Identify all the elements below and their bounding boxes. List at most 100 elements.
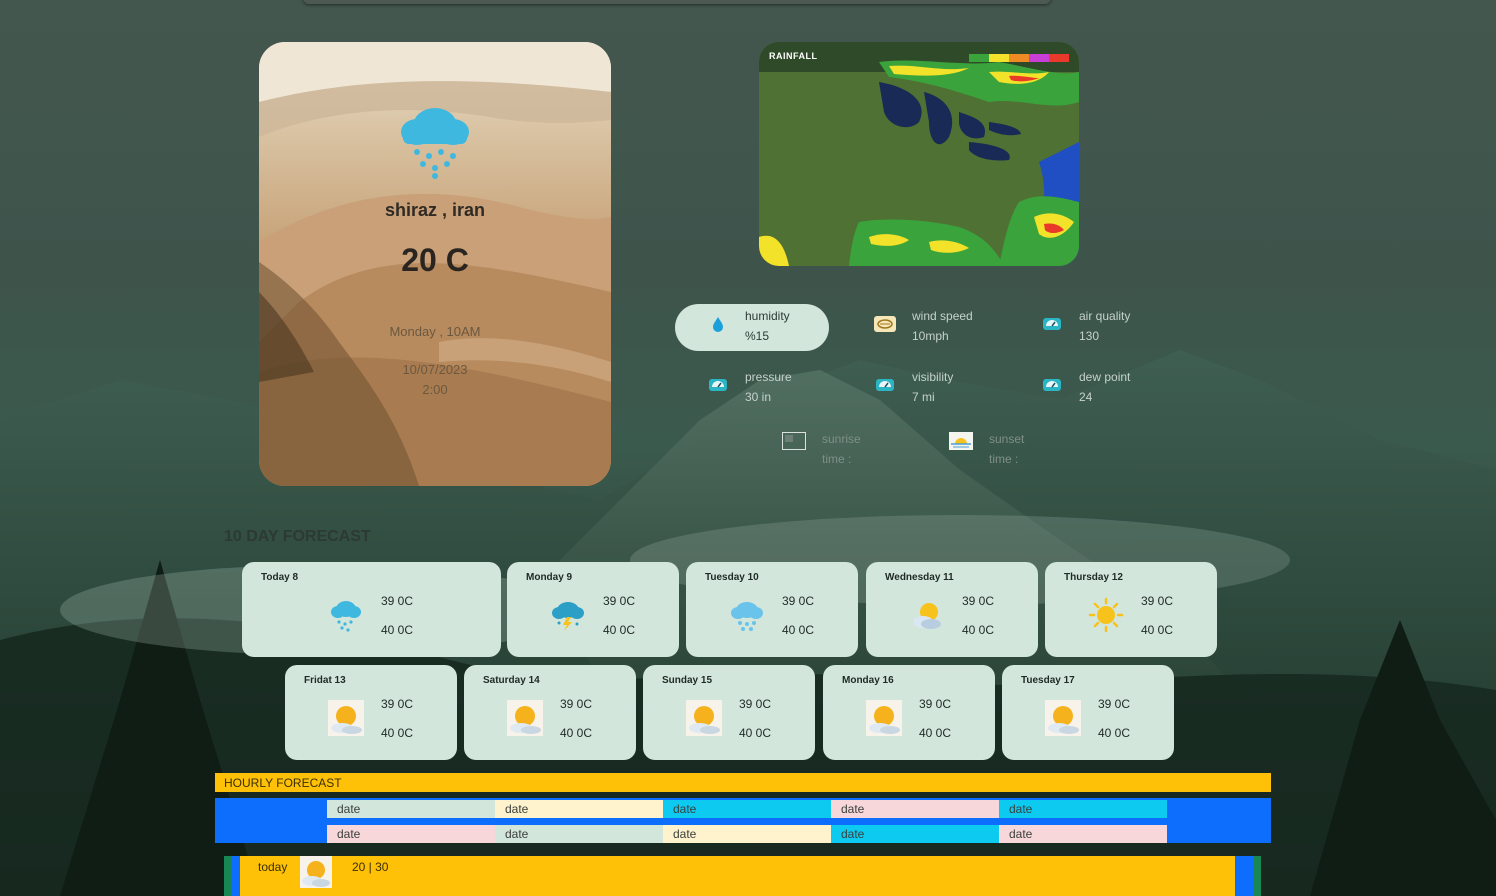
partly-cloudy-icon (913, 603, 941, 629)
today-summary-row: today 20 | 30 (224, 856, 1261, 896)
forecast-day-card[interactable]: Monday 9 39 0C 40 0C (507, 562, 679, 657)
stat-value: 10mph (912, 329, 949, 343)
forecast-title: 10 DAY FORECAST (224, 528, 371, 545)
sunset-label: sunset (989, 432, 1025, 446)
gauge-icon (1043, 318, 1061, 330)
day-name: Monday 9 (526, 572, 573, 583)
hourly-cell[interactable]: date (999, 800, 1167, 818)
hourly-cell[interactable]: date (663, 800, 831, 818)
forecast-day-card[interactable]: Saturday 14 39 0C 40 0C (464, 665, 636, 760)
hourly-forecast-title: HOURLY FORECAST (224, 776, 342, 790)
sun-icon (1088, 597, 1124, 633)
day-name: Monday 16 (842, 675, 894, 686)
current-time: 2:00 (422, 382, 448, 397)
forecast-day-card[interactable]: Tuesday 17 39 0C 40 0C (1002, 665, 1174, 760)
sun-cloud-icon (686, 700, 722, 736)
gauge-icon (1043, 379, 1061, 391)
sunset-icon (949, 432, 973, 450)
day-high: 39 0C (560, 697, 593, 711)
day-name: Wednesday 11 (885, 572, 954, 583)
day-low: 40 0C (782, 623, 815, 637)
hourly-forecast-header: HOURLY FORECAST (215, 773, 1271, 792)
day-low: 40 0C (381, 623, 414, 637)
gauge-icon (709, 379, 727, 391)
hourly-cell[interactable]: date (327, 800, 495, 818)
forecast-day-card[interactable]: Monday 16 39 0C 40 0C (823, 665, 995, 760)
sunset-time: time : (989, 452, 1019, 466)
map-title: RAINFALL (769, 51, 818, 61)
day-low: 40 0C (1141, 623, 1174, 637)
rainfall-map-image (759, 42, 1079, 266)
today-label: today (258, 860, 288, 874)
today-summary-inner: today 20 | 30 (232, 856, 1253, 896)
current-weather-card: shiraz , iran 20 C Monday , 10AM 10/07/2… (259, 42, 611, 486)
stat-value: 130 (1079, 329, 1100, 343)
day-low: 40 0C (739, 726, 772, 740)
wind-speed-stat[interactable]: wind speed 10mph (842, 304, 996, 351)
pressure-stat[interactable]: pressure 30 in (675, 365, 829, 412)
day-name: Thursday 12 (1064, 572, 1123, 583)
stat-value: %15 (745, 329, 770, 343)
air-quality-stat[interactable]: air quality 130 (1009, 304, 1163, 351)
stat-label: visibility (912, 370, 954, 384)
hourly-cell[interactable]: date (999, 825, 1167, 843)
hourly-cell[interactable]: date (831, 800, 999, 818)
thunderstorm-icon (552, 602, 584, 631)
day-low: 40 0C (381, 726, 414, 740)
day-high: 39 0C (739, 697, 772, 711)
sun-cloud-icon (300, 856, 332, 888)
stat-label: wind speed (912, 309, 973, 323)
sun-cloud-icon (866, 700, 902, 736)
background-landscape (0, 350, 1496, 896)
humidity-stat[interactable]: humidity %15 (675, 304, 829, 351)
hourly-cell[interactable]: date (495, 825, 663, 843)
current-day-time: Monday , 10AM (389, 324, 481, 339)
rainfall-map[interactable]: RAINFALL (759, 42, 1079, 266)
stat-label: air quality (1079, 309, 1131, 323)
day-name: Saturday 14 (483, 675, 540, 686)
sun-cloud-icon (1045, 700, 1081, 736)
dew-point-stat[interactable]: dew point 24 (1009, 365, 1163, 412)
day-high: 39 0C (1098, 697, 1131, 711)
day-high: 39 0C (919, 697, 952, 711)
sun-cloud-icon (328, 700, 364, 736)
day-high: 39 0C (603, 594, 636, 608)
day-high: 39 0C (782, 594, 815, 608)
sun-cloud-icon (507, 700, 543, 736)
day-low: 40 0C (962, 623, 995, 637)
sunrise-info: sunrise time : (782, 432, 952, 472)
forecast-day-card[interactable]: Thursday 12 39 0C 40 0C (1045, 562, 1217, 657)
forecast-day-card[interactable]: Wednesday 11 39 0C 40 0C (866, 562, 1038, 657)
current-date: 10/07/2023 (402, 362, 468, 377)
hourly-forecast-grid: date date date date date date date date … (215, 798, 1271, 843)
visibility-stat[interactable]: visibility 7 mi (842, 365, 996, 412)
day-name: Tuesday 17 (1021, 675, 1075, 686)
stat-label: pressure (745, 370, 792, 384)
location-name: shiraz , iran (384, 200, 486, 220)
stat-value: 7 mi (912, 390, 935, 404)
forecast-day-card[interactable]: Today 8 39 0C 40 0C (242, 562, 501, 657)
forecast-day-card[interactable]: Tuesday 10 39 0C 40 0C (686, 562, 858, 657)
day-high: 39 0C (381, 697, 414, 711)
water-drop-icon (713, 317, 723, 332)
day-low: 40 0C (919, 726, 952, 740)
day-low: 40 0C (1098, 726, 1131, 740)
sunrise-label: sunrise (822, 432, 861, 446)
hourly-cell[interactable]: date (327, 825, 495, 843)
gauge-icon (876, 379, 894, 391)
broken-image-icon (782, 432, 806, 450)
sunrise-time: time : (822, 452, 852, 466)
rain-cloud-icon (331, 601, 361, 632)
hourly-cell[interactable]: date (663, 825, 831, 843)
stat-value: 24 (1079, 390, 1093, 404)
hourly-cell[interactable]: date (495, 800, 663, 818)
day-high: 39 0C (1141, 594, 1174, 608)
top-search-bar[interactable] (303, 0, 1051, 4)
day-high: 39 0C (381, 594, 414, 608)
forecast-day-card[interactable]: Fridat 13 39 0C 40 0C (285, 665, 457, 760)
stat-value: 30 in (745, 390, 772, 404)
hourly-cell[interactable]: date (831, 825, 999, 843)
today-temps: 20 | 30 (352, 860, 389, 874)
day-low: 40 0C (560, 726, 593, 740)
forecast-day-card[interactable]: Sunday 15 39 0C 40 0C (643, 665, 815, 760)
